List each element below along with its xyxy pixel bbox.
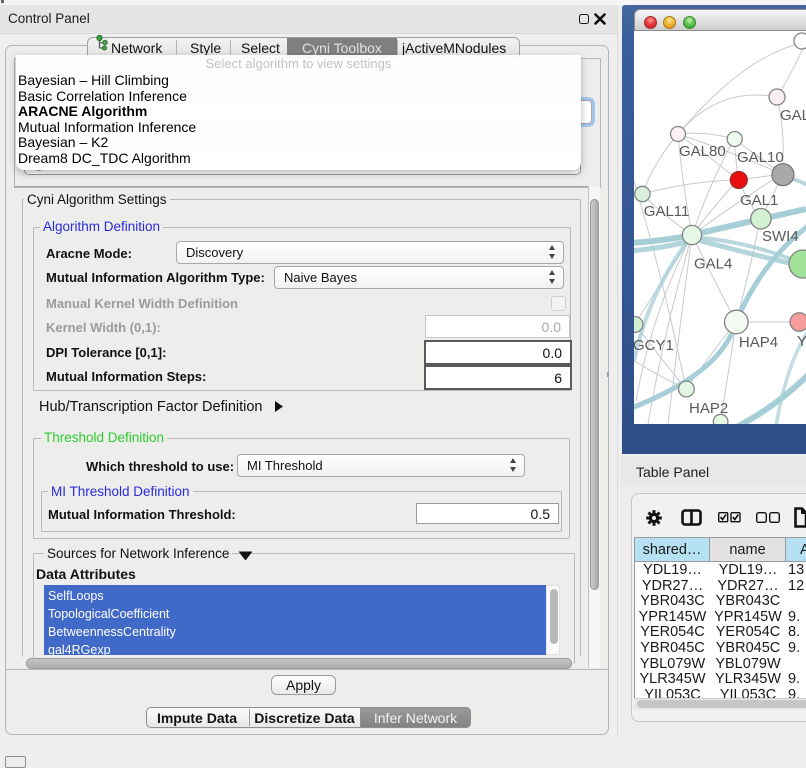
svg-text:SWI4: SWI4	[762, 228, 799, 245]
svg-text:HAP4: HAP4	[739, 334, 778, 351]
svg-text:GAL11: GAL11	[644, 203, 690, 220]
svg-text:HAP2: HAP2	[689, 400, 728, 417]
svg-text:GCY1: GCY1	[634, 337, 674, 354]
svg-text:GAL2: GAL2	[780, 107, 806, 124]
svg-text:GAL80: GAL80	[679, 143, 726, 160]
svg-text:YE: YE	[797, 333, 806, 350]
svg-text:GAL4: GAL4	[694, 256, 732, 273]
svg-text:GAL10: GAL10	[737, 149, 784, 166]
svg-text:GAL1: GAL1	[740, 192, 778, 209]
